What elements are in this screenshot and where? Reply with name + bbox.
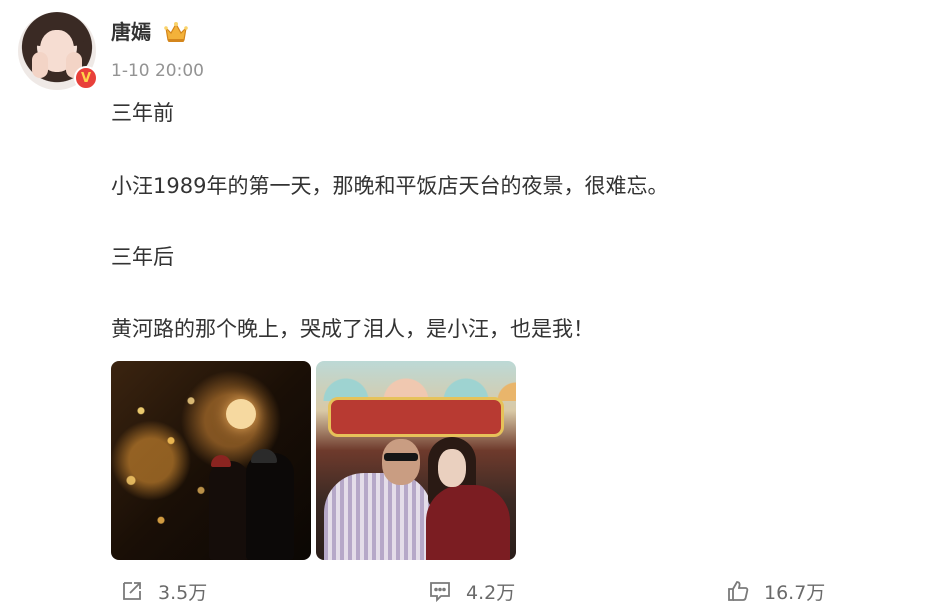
weibo-post: V 唐嫣 1-10 20:00 三年前 小汪1989年的第一天，那晚和平饭店天台… <box>0 0 935 611</box>
username[interactable]: 唐嫣 <box>111 18 151 46</box>
post-photo-neon-sign[interactable] <box>316 361 516 560</box>
thumbs-up-icon <box>728 581 749 601</box>
post-photo-night-lights[interactable] <box>111 361 311 560</box>
post-text-line: 三年前 <box>111 101 174 125</box>
like-count: 16.7万 <box>764 581 826 604</box>
action-bar: 3.5万 4.2万 16.7万 <box>0 574 935 608</box>
post-text-line: 三年后 <box>111 245 174 269</box>
comment-icon <box>430 582 450 603</box>
post-text-line: 小汪1989年的第一天，那晚和平饭店天台的夜景，很难忘。 <box>111 174 669 198</box>
repost-icon <box>123 582 141 600</box>
post-timestamp[interactable]: 1-10 20:00 <box>111 60 204 82</box>
repost-count: 3.5万 <box>158 581 208 604</box>
comment-button[interactable]: 4.2万 <box>428 574 515 608</box>
repost-button[interactable]: 3.5万 <box>120 574 207 608</box>
like-button[interactable]: 16.7万 <box>726 574 825 608</box>
verified-badge-icon: V <box>74 66 98 90</box>
crown-icon[interactable] <box>163 20 189 44</box>
post-text-line: 黄河路的那个晚上，哭成了泪人，是小汪，也是我！ <box>111 317 594 341</box>
comment-count: 4.2万 <box>466 581 516 604</box>
